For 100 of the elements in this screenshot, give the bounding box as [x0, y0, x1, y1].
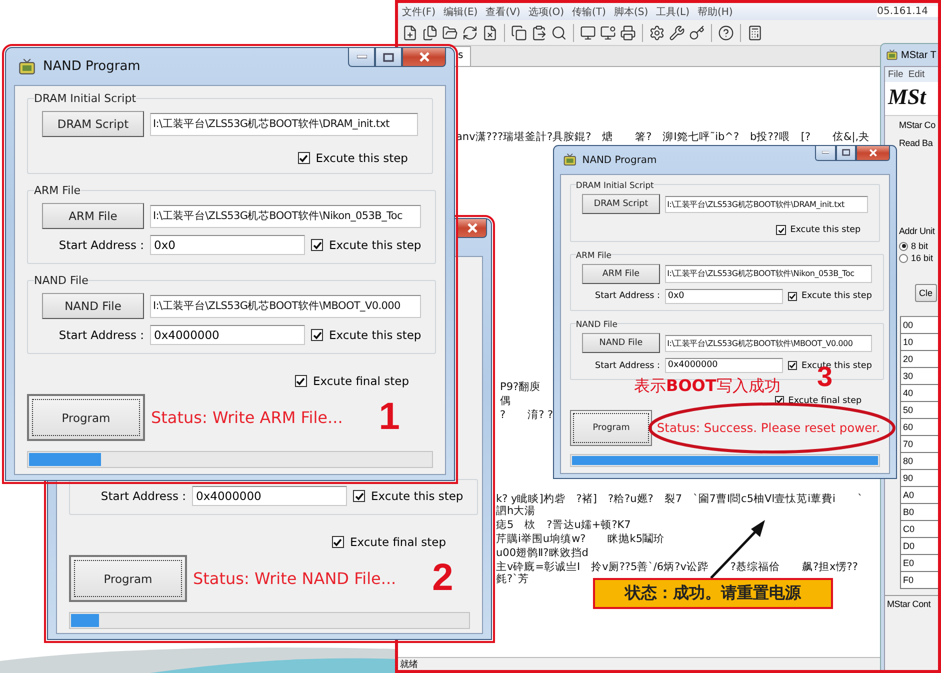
checkmark-icon	[778, 226, 784, 234]
field-label: Start Address :	[594, 291, 660, 302]
address-field[interactable]: 0x4000000	[664, 358, 784, 374]
new-file-icon[interactable]	[402, 24, 418, 40]
refresh-icon[interactable]	[462, 24, 478, 40]
logo-text: MSt	[885, 82, 938, 116]
address-field[interactable]: 0x4000000	[150, 325, 305, 345]
menu-item[interactable]: 选项(O)	[526, 4, 570, 18]
program-button[interactable]: Program	[27, 394, 145, 441]
path-field[interactable]: I:\工装平台\ZLS53G机芯BOOT软件\Nikon_053B_Toc	[150, 204, 422, 228]
table-cell: 20	[900, 351, 938, 368]
monitor-icon[interactable]	[600, 24, 616, 40]
table-cell: 90	[900, 470, 938, 487]
program-button[interactable]: Program	[570, 410, 652, 446]
address-field[interactable]: 0x0	[664, 288, 784, 304]
settings-icon[interactable]	[649, 24, 665, 40]
program-button[interactable]: Program	[69, 555, 187, 602]
group-title: ARM File	[576, 250, 612, 260]
copy-icon[interactable]	[511, 24, 527, 40]
maximize-icon	[383, 52, 394, 62]
path-field[interactable]: I:\工装平台\ZLS53G机芯BOOT软件\MBOOT_V0.000	[150, 294, 422, 318]
checkmark-icon	[776, 397, 783, 404]
output-line: ? 淯? ?	[500, 409, 554, 421]
file-button[interactable]: ARM File	[582, 264, 660, 284]
address-field[interactable]: 0x0	[150, 235, 305, 255]
clear-button[interactable]: Cle	[915, 284, 937, 302]
close-button[interactable]	[402, 48, 446, 67]
files-icon[interactable]	[422, 24, 438, 40]
file-button[interactable]: ARM File	[42, 203, 144, 229]
printer-icon[interactable]	[620, 24, 636, 40]
clock-text: 05.161.14	[877, 6, 938, 17]
addr-unit-label: Addr Unit	[898, 225, 936, 238]
close-button[interactable]	[457, 219, 487, 238]
table-cell: 50	[900, 402, 938, 419]
delete-file-icon[interactable]	[482, 24, 498, 40]
menu-item[interactable]: 传输(T)	[570, 4, 612, 18]
field-label: Start Address :	[100, 489, 186, 503]
menu-item[interactable]: 查看(V)	[484, 4, 526, 18]
radio-option[interactable]: 8 bit	[899, 241, 938, 251]
close-icon	[869, 148, 878, 157]
window-title: NAND Program	[582, 154, 657, 166]
step-checkbox[interactable]: Excute this step	[776, 225, 861, 236]
file-button[interactable]: DRAM Script	[42, 111, 144, 137]
file-button[interactable]: NAND File	[42, 293, 144, 319]
menu-item[interactable]: 脚本(S)	[612, 4, 654, 18]
table-cell: C0	[900, 521, 938, 538]
step-checkbox[interactable]: Excute final step	[774, 396, 862, 406]
checkmark-icon	[296, 376, 306, 386]
close-button[interactable]	[856, 146, 890, 161]
window-title: NAND Program	[43, 59, 140, 74]
step-checkbox[interactable]: Excute final step	[332, 535, 446, 549]
output-line: 痣5 栨 ?詈达u嬬+顿?K7	[496, 519, 631, 531]
callout-label: 状态：成功。请重置电源	[593, 578, 833, 609]
table-cell: F0	[900, 572, 938, 589]
key-icon[interactable]	[689, 24, 705, 40]
search-icon[interactable]	[551, 24, 567, 40]
step-checkbox[interactable]: Excute this step	[311, 328, 422, 342]
group-title: DRAM Initial Script	[576, 180, 654, 190]
paste-icon[interactable]	[531, 24, 547, 40]
address-field[interactable]: 0x4000000	[192, 486, 347, 506]
output-line: u00翅鹘Ⅱ?眯敓挡d	[496, 547, 588, 559]
folder-icon[interactable]	[442, 24, 458, 40]
tv-icon	[886, 49, 898, 61]
menu-item[interactable]: Edit	[908, 69, 925, 80]
step-number: 2	[432, 557, 454, 600]
table-cell: 70	[900, 436, 938, 453]
checkmark-icon	[788, 292, 796, 300]
output-line: 芹贎i举围u垧缜w? 眯抛k5鬮玠	[496, 533, 664, 545]
step-checkbox[interactable]: Excute this step	[353, 489, 464, 503]
table-cell: 40	[900, 385, 938, 402]
file-button[interactable]: DRAM Script	[582, 194, 660, 214]
group-title: DRAM Initial Script	[34, 92, 136, 105]
menu-item[interactable]: File	[888, 69, 904, 80]
field-label: Start Address :	[58, 328, 144, 342]
table-cell: 00	[900, 317, 938, 334]
calculator-icon[interactable]	[747, 24, 763, 40]
checkmark-icon	[788, 362, 796, 369]
window-title: MStar T	[901, 50, 936, 60]
menu-item[interactable]: 帮助(H)	[695, 4, 739, 18]
minimize-button[interactable]	[348, 48, 375, 67]
step-checkbox[interactable]: Excute this step	[788, 291, 872, 302]
menu-item[interactable]: 工具(L)	[654, 4, 696, 18]
menu-item[interactable]: 文件(F)	[400, 4, 442, 18]
monitor-icon[interactable]	[580, 24, 596, 40]
maximize-button[interactable]	[836, 146, 856, 161]
radio-option[interactable]: 16 bit	[899, 253, 938, 263]
maximize-button[interactable]	[375, 48, 402, 67]
minimize-button[interactable]	[815, 146, 836, 161]
step-number: 1	[378, 396, 400, 439]
step-checkbox[interactable]: Excute this step	[311, 238, 422, 252]
menu-item[interactable]: 编辑(E)	[442, 4, 484, 18]
help-icon[interactable]	[718, 24, 734, 40]
wrench-icon[interactable]	[669, 24, 685, 40]
table-cell: 80	[900, 453, 938, 470]
path-field[interactable]: I:\工装平台\ZLS53G机芯BOOT软件\DRAM_init.txt	[150, 112, 418, 136]
step-checkbox[interactable]: Excute this step	[298, 151, 408, 165]
checkmark-icon	[354, 492, 364, 500]
step-checkbox[interactable]: Excute final step	[294, 374, 409, 388]
file-button[interactable]: NAND File	[582, 333, 660, 354]
minimize-icon	[822, 151, 830, 154]
